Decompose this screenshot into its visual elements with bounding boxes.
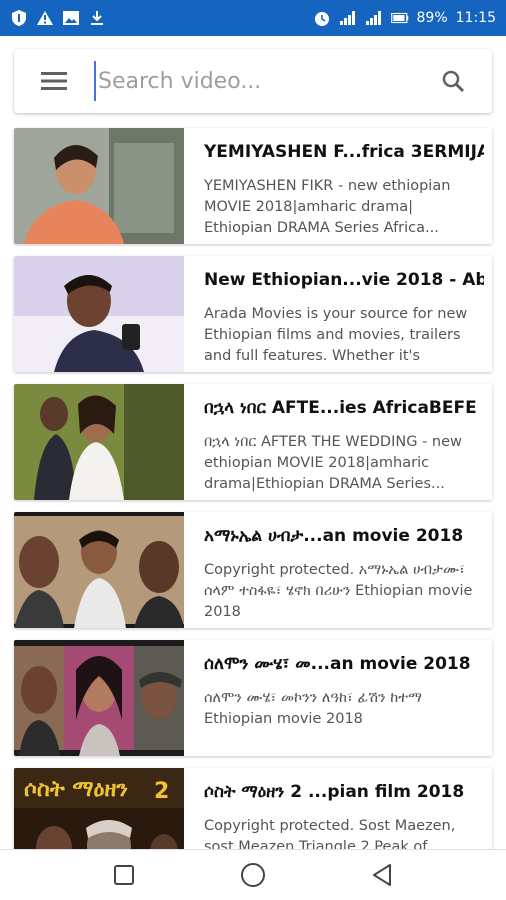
video-description: በኋላ ነበር AFTER THE WEDDING - new ethiopia… <box>204 434 462 492</box>
status-bar: 89% 11:15 <box>0 0 506 36</box>
svg-text:2: 2 <box>154 779 169 804</box>
video-title: YEMIYASHEN F...frica 3ERMIJA <box>204 142 484 162</box>
video-list-item[interactable]: New Ethiopian...vie 2018 - Abel Arada Mo… <box>14 256 492 372</box>
video-title: በኋላ ነበር AFTE...ies AfricaBEFE <box>204 398 477 418</box>
video-thumbnail[interactable] <box>14 384 184 500</box>
alarm-icon <box>313 9 331 27</box>
video-description: Copyright protected. Sost Maezen, sost M… <box>204 818 456 849</box>
video-list-item[interactable]: አማኑኤል ሀብታ...an movie 2018 Copyright prot… <box>14 512 492 628</box>
back-triangle-icon[interactable] <box>352 853 412 897</box>
svg-text:ሶስት ማዕዘን: ሶስት ማዕዘን <box>24 777 128 802</box>
search-icon[interactable] <box>414 49 492 113</box>
clock: 11:15 <box>455 10 496 26</box>
video-thumbnail[interactable]: ሶስት ማዕዘን 2 <box>14 768 184 849</box>
search-input[interactable] <box>94 61 414 101</box>
video-list-item[interactable]: በኋላ ነበር AFTE...ies AfricaBEFE በኋላ ነበር AF… <box>14 384 492 500</box>
video-title: ሶስት ማዕዘን 2 ...pian film 2018 <box>204 782 465 802</box>
video-thumbnail[interactable] <box>14 512 184 628</box>
search-bar <box>14 49 492 113</box>
recents-square-icon[interactable] <box>94 853 154 897</box>
video-description: ሰለሞን ሙሄ፣ መኮንን ለዓከ፣ ፊሽን ከተማ Ethiopian mov… <box>204 690 422 727</box>
warning-icon <box>36 9 54 27</box>
video-thumbnail[interactable] <box>14 640 184 756</box>
video-description: Copyright protected. አማኑኤል ሀብታሙ፣ ሰላም ተስፋ… <box>204 562 473 620</box>
hamburger-menu-icon[interactable] <box>14 49 94 113</box>
video-title: አማኑኤል ሀብታ...an movie 2018 <box>204 526 464 546</box>
signal-icon <box>339 9 357 27</box>
signal-icon <box>365 9 383 27</box>
video-list: YEMIYASHEN F...frica 3ERMIJA YEMIYASHEN … <box>0 127 506 849</box>
image-icon <box>62 9 80 27</box>
video-thumbnail[interactable] <box>14 128 184 244</box>
video-description: YEMIYASHEN FIKR - new ethiopian MOVIE 20… <box>204 178 451 236</box>
video-title: New Ethiopian...vie 2018 - Abel <box>204 270 484 290</box>
video-title: ሰለሞን ሙሄ፣ መ...an movie 2018 <box>204 654 471 674</box>
video-list-item[interactable]: ሰለሞን ሙሄ፣ መ...an movie 2018 ሰለሞን ሙሄ፣ መኮንን… <box>14 640 492 756</box>
shield-icon <box>10 9 28 27</box>
video-list-item[interactable]: ሶስት ማዕዘን 2 ሶስት ማዕዘን 2 ...pian film 2018 … <box>14 768 492 849</box>
download-icon <box>88 9 106 27</box>
video-list-item[interactable]: YEMIYASHEN F...frica 3ERMIJA YEMIYASHEN … <box>14 128 492 244</box>
video-description: Arada Movies is your source for new Ethi… <box>204 306 468 364</box>
video-thumbnail[interactable] <box>14 256 184 372</box>
battery-percent: 89% <box>416 10 448 26</box>
home-circle-icon[interactable] <box>223 853 283 897</box>
battery-icon <box>390 9 409 27</box>
system-nav-bar <box>0 849 506 900</box>
